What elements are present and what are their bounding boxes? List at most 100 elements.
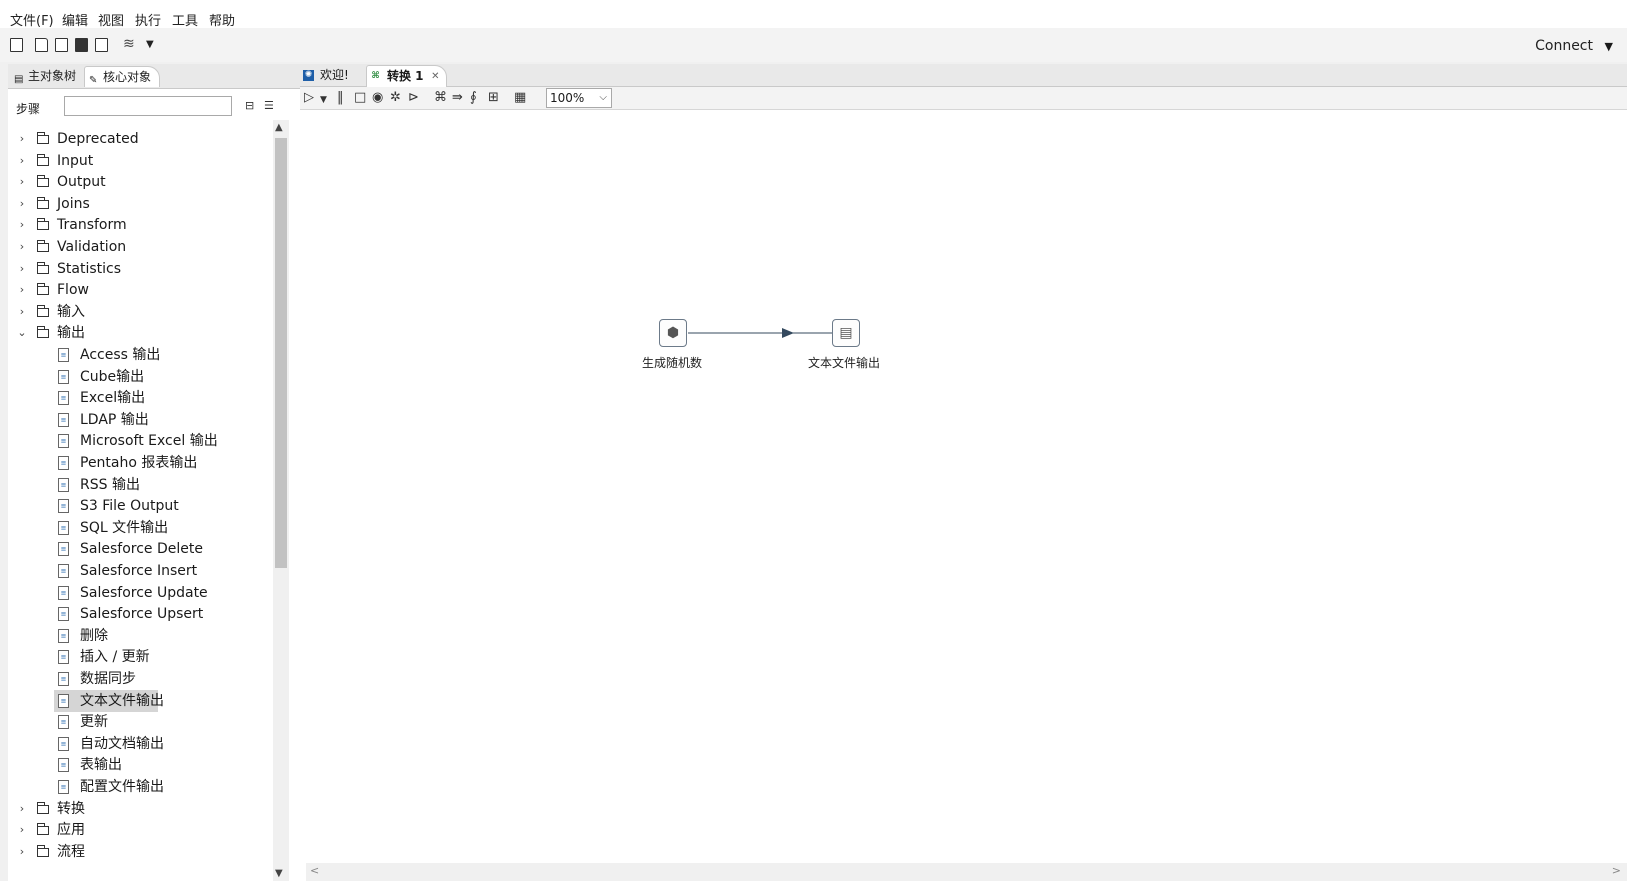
step-icon: ≡ <box>58 694 69 708</box>
chevron-right-icon[interactable]: › <box>14 798 30 820</box>
tree-step-item[interactable]: ≡ 插入 / 更新 <box>54 646 234 668</box>
chevron-down-icon[interactable]: ▼ <box>146 39 154 50</box>
tree-step-item[interactable]: ≡ 数据同步 <box>54 668 234 690</box>
run-icon[interactable]: ▷ <box>304 91 314 105</box>
tree-folder[interactable]: › 输入 <box>14 301 214 323</box>
tree-folder[interactable]: › Input <box>14 150 214 172</box>
canvas-horizontal-scrollbar[interactable]: < > <box>306 863 1627 881</box>
tree-folder[interactable]: › Deprecated <box>14 128 214 150</box>
tree-step-item[interactable]: ≡ Salesforce Insert <box>54 560 234 582</box>
scroll-left-icon[interactable]: < <box>310 864 319 877</box>
tree-step-item[interactable]: ≡ 表输出 <box>54 754 234 776</box>
folder-icon <box>37 218 49 230</box>
tree-step-item[interactable]: ≡ 配置文件输出 <box>54 776 234 798</box>
expand-all-icon[interactable]: ⊟ <box>245 99 254 112</box>
tree-step-item[interactable]: ≡ 删除 <box>54 625 234 647</box>
tab-core-objects[interactable]: ✎ 核心对象 <box>84 66 161 87</box>
step-text-file-output[interactable]: ▤ <box>832 319 860 347</box>
tree-step-item[interactable]: ≡ LDAP 输出 <box>54 409 234 431</box>
tree-step-item[interactable]: ≡ Salesforce Update <box>54 582 234 604</box>
menu-help[interactable]: 帮助 <box>209 10 235 29</box>
tree-step-item[interactable]: ≡ SQL 文件输出 <box>54 517 234 539</box>
tree-node-label: Salesforce Insert <box>80 563 198 579</box>
tree-scrollbar[interactable]: ▲ ▼ <box>273 120 289 881</box>
chevron-down-icon[interactable]: ⌄ <box>14 322 30 344</box>
collapse-all-icon[interactable]: ☰ <box>264 99 274 112</box>
preview-icon[interactable]: ◉ <box>372 91 383 105</box>
tree-step-item[interactable]: ≡ Cube输出 <box>54 366 234 388</box>
verify-icon[interactable]: ⌘ <box>434 91 447 105</box>
run-options-chevron-icon[interactable]: ▼ <box>320 93 327 107</box>
layers-icon[interactable]: ≋ <box>123 36 135 52</box>
tab-transformation-1[interactable]: ⌘ 转换 1 ✕ <box>366 65 447 87</box>
tree-folder[interactable]: › Statistics <box>14 258 214 280</box>
explore-db-icon[interactable]: ⊞ <box>488 91 499 105</box>
transformation-canvas[interactable]: ⬢ 生成随机数 ▤ 文本文件输出 <box>306 110 1627 881</box>
tree-folder[interactable]: › 转换 <box>14 798 214 820</box>
tree-step-item[interactable]: ≡ Salesforce Delete <box>54 538 234 560</box>
chevron-right-icon[interactable]: › <box>14 214 30 236</box>
tree-step-item[interactable]: ≡ S3 File Output <box>54 495 234 517</box>
tree-step-item[interactable]: ≡ 文本文件输出 <box>54 690 164 712</box>
tree-step-item[interactable]: ≡ 更新 <box>54 711 234 733</box>
chevron-right-icon[interactable]: › <box>14 171 30 193</box>
new-file-icon[interactable] <box>10 38 23 52</box>
tree-folder[interactable]: › Transform <box>14 214 214 236</box>
tree-step-item[interactable]: ≡ Microsoft Excel 输出 <box>54 430 234 452</box>
tree-folder[interactable]: › 流程 <box>14 841 214 863</box>
chevron-right-icon[interactable]: › <box>14 301 30 323</box>
zoom-select[interactable]: 100% ⌵ <box>546 88 612 108</box>
sql-icon[interactable]: ∮ <box>470 91 477 105</box>
tree-step-item[interactable]: ≡ Excel输出 <box>54 387 234 409</box>
impact-icon[interactable]: ⇛ <box>452 91 463 105</box>
tree-step-item[interactable]: ≡ 自动文档输出 <box>54 733 234 755</box>
chevron-right-icon[interactable]: › <box>14 236 30 258</box>
tab-main-object-tree[interactable]: ▤ 主对象树 <box>10 66 84 86</box>
chevron-right-icon[interactable]: › <box>14 819 30 841</box>
tree-folder[interactable]: › Output <box>14 171 214 193</box>
menu-view[interactable]: 视图 <box>98 10 124 29</box>
stop-icon[interactable]: □ <box>354 91 366 105</box>
save-icon[interactable] <box>75 38 88 52</box>
folder-icon <box>37 154 49 166</box>
scroll-up-icon[interactable]: ▲ <box>275 122 283 133</box>
tree-step-item[interactable]: ≡ Pentaho 报表输出 <box>54 452 234 474</box>
step-generate-random[interactable]: ⬢ <box>659 319 687 347</box>
tree-folder[interactable]: › 应用 <box>14 819 214 841</box>
replay-icon[interactable]: ⊳ <box>408 91 419 105</box>
tree-folder[interactable]: › Validation <box>14 236 214 258</box>
menu-run[interactable]: 执行 <box>135 10 161 29</box>
chevron-right-icon[interactable]: › <box>14 841 30 863</box>
scroll-down-icon[interactable]: ▼ <box>275 868 283 879</box>
connect-dropdown-icon[interactable]: ▼ <box>1605 40 1613 53</box>
hop-arrow-icon[interactable] <box>782 328 794 338</box>
close-tab-icon[interactable]: ✕ <box>431 66 439 87</box>
tree-node-label: Output <box>57 174 106 190</box>
tree-step-item[interactable]: ≡ RSS 输出 <box>54 474 234 496</box>
show-results-icon[interactable]: ▦ <box>514 91 526 105</box>
tree-step-item[interactable]: ≡ Access 输出 <box>54 344 234 366</box>
menu-file[interactable]: 文件(F) <box>10 10 54 29</box>
tree-node-label: 配置文件输出 <box>80 779 164 795</box>
debug-icon[interactable]: ✲ <box>390 91 401 105</box>
tree-folder[interactable]: › Joins <box>14 193 214 215</box>
tree-step-item[interactable]: ≡ Salesforce Upsert <box>54 603 234 625</box>
chevron-right-icon[interactable]: › <box>14 193 30 215</box>
save-as-icon[interactable] <box>95 38 108 52</box>
tree-folder[interactable]: ⌄ 输出 <box>14 322 214 344</box>
steps-search-input[interactable] <box>64 96 232 116</box>
tab-welcome[interactable]: ✺ 欢迎! <box>300 65 374 86</box>
scrollbar-thumb[interactable] <box>275 138 287 568</box>
menu-edit[interactable]: 编辑 <box>62 10 88 29</box>
explore-repository-icon[interactable] <box>55 38 68 52</box>
connect-button[interactable]: Connect <box>1535 38 1593 54</box>
chevron-right-icon[interactable]: › <box>14 258 30 280</box>
scroll-right-icon[interactable]: > <box>1612 864 1621 877</box>
chevron-right-icon[interactable]: › <box>14 128 30 150</box>
menu-tools[interactable]: 工具 <box>172 10 198 29</box>
chevron-right-icon[interactable]: › <box>14 279 30 301</box>
chevron-right-icon[interactable]: › <box>14 150 30 172</box>
open-file-icon[interactable] <box>35 38 48 52</box>
pause-icon[interactable]: ‖ <box>337 91 344 105</box>
tree-folder[interactable]: › Flow <box>14 279 214 301</box>
